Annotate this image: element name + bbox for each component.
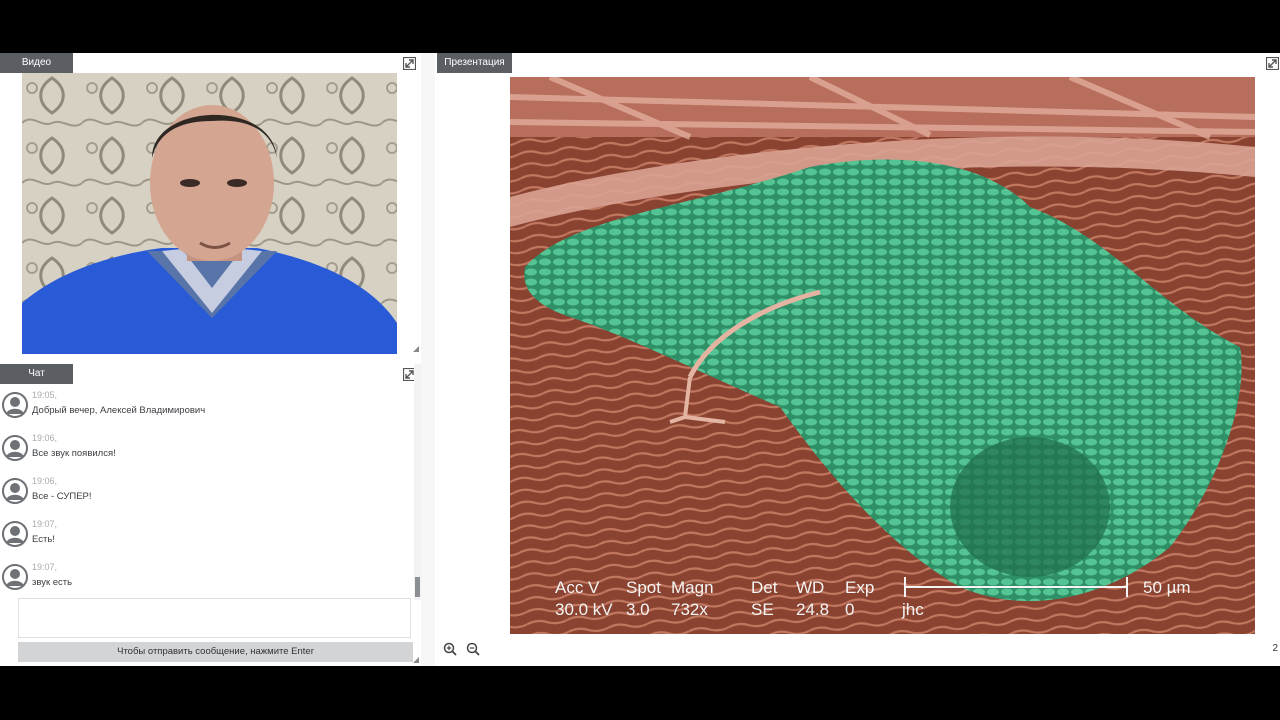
chat-scrollbar[interactable] [414, 364, 421, 600]
chat-message: 19:05, Добрый вечер, Алексей Владимирови… [0, 388, 400, 428]
user-avatar-icon [2, 435, 28, 461]
label-det: Det [751, 578, 778, 597]
user-avatar-icon [2, 521, 28, 547]
author-label: jhc [901, 600, 924, 619]
scale-bar-label: 50 µm [1143, 578, 1191, 597]
label-acc-v: Acc V [555, 578, 600, 597]
page-number: 2 [1272, 643, 1278, 654]
panel-divider[interactable] [421, 53, 435, 666]
message-time: 19:06, [32, 433, 58, 443]
value-wd: 24.8 [796, 600, 829, 619]
user-avatar-icon [2, 478, 28, 504]
webcam-video [22, 73, 397, 354]
send-hint-bar[interactable]: Чтобы отправить сообщение, нажмите Enter [18, 642, 413, 662]
label-magn: Magn [671, 578, 714, 597]
chat-message: 19:07, звук есть [0, 560, 400, 600]
label-spot: Spot [626, 578, 661, 597]
resize-grip-icon[interactable] [413, 346, 419, 352]
zoom-in-icon[interactable] [443, 642, 457, 656]
message-text: Все звук появился! [32, 448, 116, 459]
label-wd: WD [796, 578, 824, 597]
value-exp: 0 [845, 600, 854, 619]
user-avatar-icon [2, 564, 28, 590]
chat-message-list: 19:05, Добрый вечер, Алексей Владимирови… [0, 388, 412, 600]
user-avatar-icon [2, 392, 28, 418]
presentation-panel: Презентация Acc V 30.0 kV Spot 3.0 Magn … [435, 53, 1280, 666]
presentation-slide: Acc V 30.0 kV Spot 3.0 Magn 732x Det SE … [510, 77, 1255, 634]
message-text: Все - СУПЕР! [32, 491, 92, 502]
message-time: 19:05, [32, 390, 58, 400]
message-time: 19:06, [32, 476, 58, 486]
message-text: звук есть [32, 577, 73, 588]
chat-panel: Чат 19:05, Добрый вечер, Алексей Владими… [0, 364, 421, 666]
conference-window: Видео Чат 19:05, Добрый вечер, Алексей В… [0, 53, 1280, 666]
expand-icon[interactable] [1266, 57, 1279, 70]
video-panel: Видео [0, 53, 421, 359]
chat-message-input[interactable] [18, 598, 411, 638]
sem-micrograph: Acc V 30.0 kV Spot 3.0 Magn 732x Det SE … [510, 77, 1255, 634]
value-spot: 3.0 [626, 600, 650, 619]
chat-scrollbar-thumb[interactable] [415, 577, 420, 597]
message-text: Есть! [32, 534, 55, 545]
value-det: SE [751, 600, 774, 619]
expand-icon[interactable] [403, 57, 416, 70]
zoom-out-icon[interactable] [466, 642, 480, 656]
video-panel-tab: Видео [0, 53, 73, 73]
message-time: 19:07, [32, 562, 58, 572]
resize-grip-icon[interactable] [413, 657, 419, 663]
value-magn: 732x [671, 600, 708, 619]
label-exp: Exp [845, 578, 874, 597]
chat-panel-tab: Чат [0, 364, 73, 384]
value-acc-v: 30.0 kV [555, 600, 613, 619]
message-text: Добрый вечер, Алексей Владимирович [32, 405, 206, 416]
chat-message: 19:06, Все звук появился! [0, 431, 400, 471]
message-time: 19:07, [32, 519, 58, 529]
presentation-panel-tab: Презентация [437, 53, 512, 73]
chat-message: 19:06, Все - СУПЕР! [0, 474, 400, 514]
chat-message: 19:07, Есть! [0, 517, 400, 557]
